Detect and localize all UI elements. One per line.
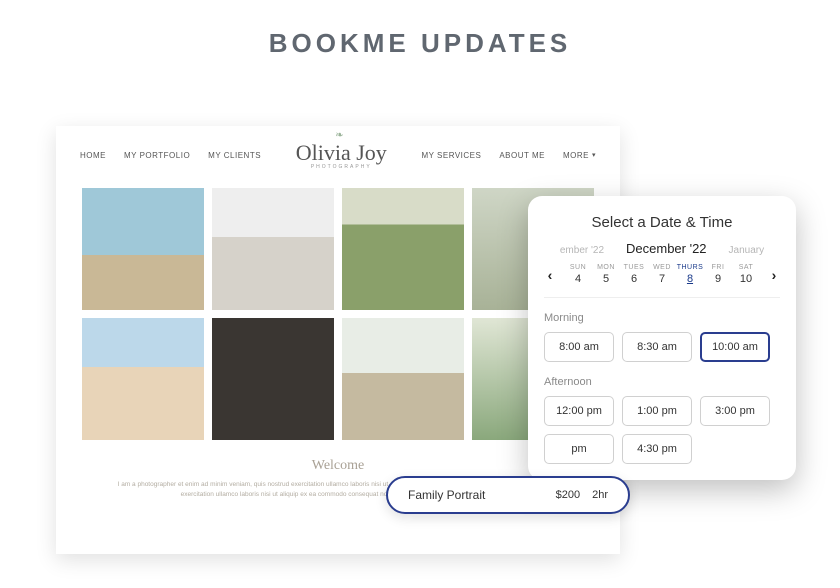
day-abbr: MON [592, 264, 620, 271]
service-meta: $200 2hr [556, 489, 608, 501]
page-heading: BOOKME UPDATES [0, 28, 840, 59]
day-abbr: TUES [620, 264, 648, 271]
day-num: 9 [704, 273, 732, 285]
chevron-down-icon: ▾ [592, 151, 596, 159]
time-slot-selected[interactable]: 10:00 am [700, 332, 770, 362]
day-col[interactable]: FRI 9 [704, 264, 732, 285]
day-col[interactable]: WED 7 [648, 264, 676, 285]
gallery-item[interactable] [82, 318, 204, 440]
nav-link-clients[interactable]: MY CLIENTS [208, 151, 261, 160]
nav-left-group: HOME MY PORTFOLIO MY CLIENTS [80, 151, 261, 160]
logo-main-text: Olivia Joy [296, 140, 387, 165]
nav-right-group: MY SERVICES ABOUT ME MORE ▾ [421, 151, 596, 160]
nav-link-about[interactable]: ABOUT ME [499, 151, 545, 160]
time-slot[interactable]: 8:00 am [544, 332, 614, 362]
day-abbr: WED [648, 264, 676, 271]
days-strip: SUN 4 MON 5 TUES 6 WED 7 THURS 8 FRI 9 SAT 10 [564, 264, 760, 285]
day-abbr: SUN [564, 264, 592, 271]
service-name: Family Portrait [408, 488, 485, 502]
month-current: December '22 [626, 241, 707, 256]
time-slot[interactable]: 1:00 pm [622, 396, 692, 426]
booking-title: Select a Date & Time [544, 214, 780, 231]
morning-label: Morning [544, 312, 780, 324]
service-duration: 2hr [592, 489, 608, 501]
morning-section: Morning 8:00 am 8:30 am 10:00 am [544, 312, 780, 362]
day-abbr: SAT [732, 264, 760, 271]
site-logo[interactable]: ❧ Olivia Joy PHOTOGRAPHY [261, 140, 421, 170]
service-pill[interactable]: Family Portrait $200 2hr [386, 476, 630, 514]
gallery-item[interactable] [342, 318, 464, 440]
gallery-item[interactable] [342, 188, 464, 310]
nav-link-portfolio[interactable]: MY PORTFOLIO [124, 151, 190, 160]
time-slot[interactable]: 12:00 pm [544, 396, 614, 426]
service-price: $200 [556, 489, 580, 501]
day-col-selected[interactable]: THURS 8 [676, 264, 704, 285]
day-num: 4 [564, 273, 592, 285]
gallery-item[interactable] [212, 318, 334, 440]
week-row: ‹ SUN 4 MON 5 TUES 6 WED 7 THURS 8 FRI 9 SAT 10… [544, 264, 780, 298]
time-slot[interactable]: pm [544, 434, 614, 464]
afternoon-slots: 12:00 pm 1:00 pm 3:00 pm pm 4:30 pm [544, 396, 780, 464]
day-col[interactable]: MON 5 [592, 264, 620, 285]
day-num: 5 [592, 273, 620, 285]
day-col[interactable]: SUN 4 [564, 264, 592, 285]
month-prev[interactable]: ember '22 [560, 245, 604, 256]
logo-text: ❧ Olivia Joy [261, 140, 421, 166]
month-selector: ember '22 December '22 January [544, 241, 780, 256]
day-col[interactable]: SAT 10 [732, 264, 760, 285]
day-abbr: THURS [676, 264, 704, 271]
month-next[interactable]: January [729, 245, 765, 256]
day-num: 6 [620, 273, 648, 285]
gallery-item[interactable] [212, 188, 334, 310]
time-slot[interactable]: 4:30 pm [622, 434, 692, 464]
time-slot[interactable]: 8:30 am [622, 332, 692, 362]
nav-link-more[interactable]: MORE ▾ [563, 151, 596, 160]
day-num: 10 [732, 273, 760, 285]
gallery-item[interactable] [82, 188, 204, 310]
welcome-title: Welcome [102, 458, 574, 474]
day-num: 8 [676, 273, 704, 285]
site-nav: HOME MY PORTFOLIO MY CLIENTS ❧ Olivia Jo… [56, 126, 620, 174]
afternoon-section: Afternoon 12:00 pm 1:00 pm 3:00 pm pm 4:… [544, 376, 780, 464]
day-num: 7 [648, 273, 676, 285]
nav-link-home[interactable]: HOME [80, 151, 106, 160]
day-col[interactable]: TUES 6 [620, 264, 648, 285]
booking-panel: Select a Date & Time ember '22 December … [528, 196, 796, 480]
day-abbr: FRI [704, 264, 732, 271]
leaf-icon: ❧ [335, 130, 343, 141]
chevron-right-icon[interactable]: › [768, 267, 780, 283]
morning-slots: 8:00 am 8:30 am 10:00 am [544, 332, 780, 362]
nav-more-label: MORE [563, 151, 589, 160]
nav-link-services[interactable]: MY SERVICES [421, 151, 481, 160]
time-slot[interactable]: 3:00 pm [700, 396, 770, 426]
chevron-left-icon[interactable]: ‹ [544, 267, 556, 283]
afternoon-label: Afternoon [544, 376, 780, 388]
